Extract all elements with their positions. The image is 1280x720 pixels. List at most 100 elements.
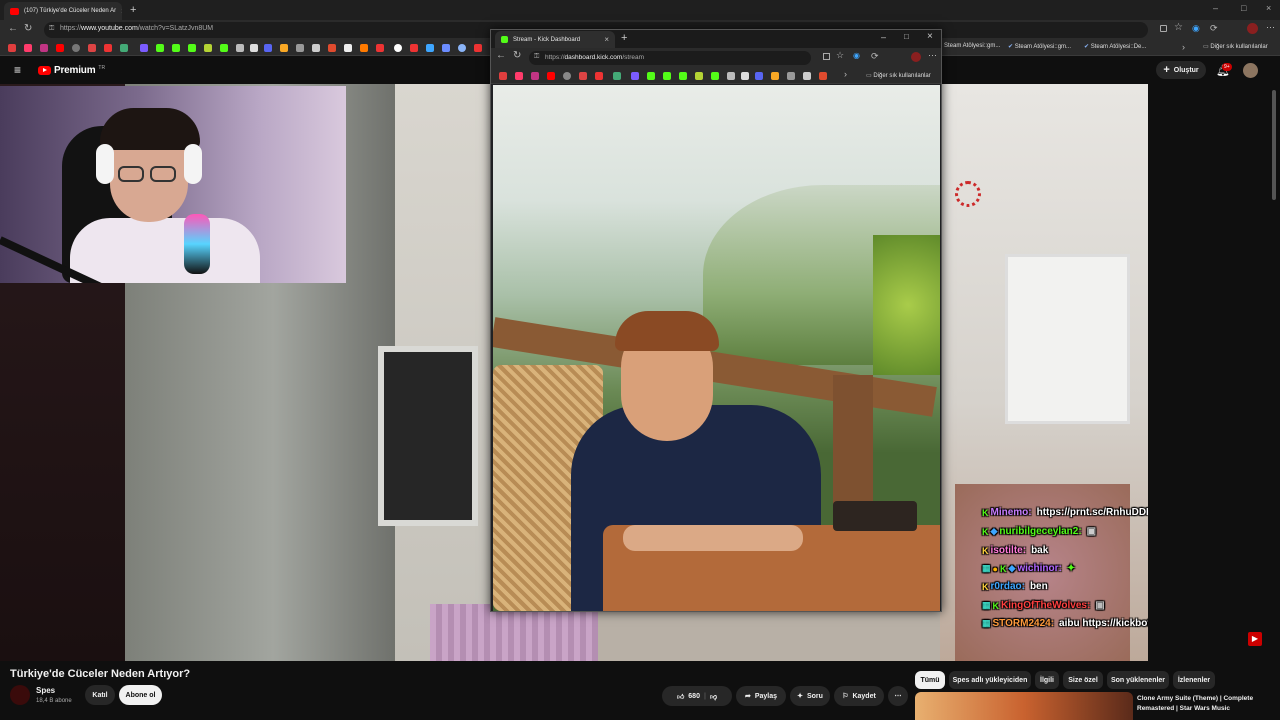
more-actions-button[interactable]: ⋯ <box>888 686 908 706</box>
bookmark-icon[interactable] <box>663 72 671 80</box>
bookmark-icon[interactable] <box>803 72 811 80</box>
play-next-icon[interactable]: ▶ <box>1248 632 1262 646</box>
bookmark-icon[interactable] <box>647 72 655 80</box>
chip-recent[interactable]: Son yüklenenler <box>1107 671 1169 689</box>
back-icon[interactable]: ← <box>496 50 506 61</box>
bookmark-icon[interactable] <box>24 44 32 52</box>
extension-icon[interactable]: ◉ <box>853 51 860 60</box>
bookmark-icon[interactable] <box>120 44 128 52</box>
bookmark-icon[interactable] <box>8 44 16 52</box>
back-icon[interactable]: ← <box>8 23 18 34</box>
bookmark-icon[interactable] <box>56 44 64 52</box>
reader-mode-icon[interactable] <box>823 53 830 60</box>
bookmark-icon[interactable] <box>172 44 180 52</box>
subscribe-button[interactable]: Abone ol <box>119 685 162 705</box>
bookmark-icon[interactable] <box>819 72 827 80</box>
other-bookmarks[interactable]: ▭ Diğer sık kullanılanlar <box>866 72 931 79</box>
bookmark-icon[interactable] <box>458 44 466 52</box>
bookmark-steam-1[interactable]: ✔ Steam Atölyesi::gm... <box>1008 43 1071 50</box>
more-menu-icon[interactable]: ⋯ <box>1266 22 1275 33</box>
bookmark-icon[interactable] <box>474 44 482 52</box>
close-tab-icon[interactable]: × <box>604 35 609 44</box>
share-button[interactable]: ➦ Paylaş <box>736 686 786 706</box>
favorite-star-icon[interactable]: ☆ <box>836 50 844 61</box>
other-bookmarks[interactable]: ▭ Diğer sık kullanılanlar <box>1203 43 1268 50</box>
bookmark-icon[interactable] <box>328 44 336 52</box>
save-button[interactable]: ⚐ Kaydet <box>834 686 884 706</box>
chip-for-you[interactable]: Size özel <box>1063 671 1103 689</box>
bookmark-icon[interactable] <box>40 44 48 52</box>
bookmark-icon[interactable] <box>631 72 639 80</box>
bookmark-icon[interactable] <box>312 44 320 52</box>
channel-avatar[interactable] <box>10 685 30 705</box>
hamburger-menu-icon[interactable]: ≡ <box>14 63 21 77</box>
reload-icon[interactable]: ↻ <box>513 50 521 61</box>
bookmark-icon[interactable] <box>711 72 719 80</box>
chevron-right-icon[interactable]: › <box>1182 42 1185 52</box>
more-menu-icon[interactable]: ⋯ <box>928 50 937 61</box>
close-window-icon[interactable]: × <box>1266 3 1271 13</box>
bookmark-steam-2[interactable]: ✔ Steam Atölyesi::De... <box>1084 43 1146 50</box>
bookmark-steam-0[interactable]: Steam Atölyesi::gm... <box>944 43 1000 49</box>
scrollbar-thumb[interactable] <box>1272 90 1276 200</box>
chevron-right-icon[interactable]: › <box>844 69 847 79</box>
bookmark-icon[interactable] <box>595 72 603 80</box>
bookmark-icon[interactable] <box>140 44 148 52</box>
bookmark-icon[interactable] <box>741 72 749 80</box>
bookmark-icon[interactable] <box>88 44 96 52</box>
bookmark-icon[interactable] <box>695 72 703 80</box>
minimize-icon[interactable]: – <box>1213 3 1218 13</box>
bookmark-icon[interactable] <box>499 72 507 80</box>
bookmark-icon[interactable] <box>771 72 779 80</box>
new-tab-button[interactable]: + <box>621 32 627 44</box>
bookmark-icon[interactable] <box>426 44 434 52</box>
bookmark-icon[interactable] <box>787 72 795 80</box>
close-tab-icon[interactable]: × <box>121 7 122 16</box>
bookmark-icon[interactable] <box>410 44 418 52</box>
bookmark-icon[interactable] <box>188 44 196 52</box>
like-button[interactable]: 👍︎ 680 <box>677 692 700 701</box>
bookmark-icon[interactable] <box>563 72 571 80</box>
reader-mode-icon[interactable] <box>1160 25 1167 32</box>
bookmark-icon[interactable] <box>442 44 450 52</box>
reload-icon[interactable]: ↻ <box>24 23 32 34</box>
bookmark-icon[interactable] <box>727 72 735 80</box>
ask-button[interactable]: ✦ Soru <box>790 686 830 706</box>
bookmark-icon[interactable] <box>280 44 288 52</box>
favorite-star-icon[interactable]: ☆ <box>1174 22 1183 33</box>
join-button[interactable]: Katıl <box>85 685 115 705</box>
next-video-thumbnail[interactable] <box>915 692 1133 720</box>
sync-icon[interactable]: ⟳ <box>1210 23 1218 34</box>
bookmark-icon[interactable] <box>531 72 539 80</box>
maximize-icon[interactable]: □ <box>1241 3 1246 13</box>
bookmark-icon[interactable] <box>376 44 384 52</box>
chip-all[interactable]: Tümü <box>915 671 945 689</box>
bookmark-icon[interactable] <box>547 72 555 80</box>
bookmark-icon[interactable] <box>755 72 763 80</box>
kick-popup-window[interactable]: Stream - Kick Dashboard × + – □ × ← ↻ ⚿ … <box>490 29 942 612</box>
sync-icon[interactable]: ⟳ <box>871 51 879 62</box>
stream-preview[interactable] <box>493 85 940 611</box>
extension-icon[interactable]: ◉ <box>1192 23 1200 34</box>
youtube-logo[interactable]: Premium TR <box>38 65 105 76</box>
tab-youtube[interactable]: (107) Türkiye'de Cüceler Neden Ar × <box>4 2 122 20</box>
tab-kick[interactable]: Stream - Kick Dashboard × <box>495 31 615 48</box>
chip-related[interactable]: İlgili <box>1035 671 1059 689</box>
create-button[interactable]: + Oluştur <box>1156 61 1206 79</box>
minimize-icon[interactable]: – <box>881 32 886 42</box>
maximize-icon[interactable]: □ <box>904 32 909 41</box>
chip-watched[interactable]: İzlenenler <box>1173 671 1215 689</box>
bookmark-icon[interactable] <box>613 72 621 80</box>
bookmark-icon[interactable] <box>104 44 112 52</box>
bookmark-icon[interactable] <box>204 44 212 52</box>
bookmark-icon[interactable] <box>515 72 523 80</box>
bookmark-icon[interactable] <box>394 44 402 52</box>
chip-from-uploader[interactable]: Spes adlı yükleyiciden <box>949 671 1031 689</box>
dislike-button[interactable]: 👎︎ <box>710 692 717 701</box>
profile-avatar[interactable] <box>911 52 921 62</box>
bookmark-icon[interactable] <box>156 44 164 52</box>
profile-avatar[interactable] <box>1247 23 1258 34</box>
account-avatar[interactable] <box>1243 63 1258 78</box>
bookmark-icon[interactable] <box>236 44 244 52</box>
popup-address-bar[interactable]: ⚿ https://dashboard.kick.com/stream <box>529 51 811 65</box>
